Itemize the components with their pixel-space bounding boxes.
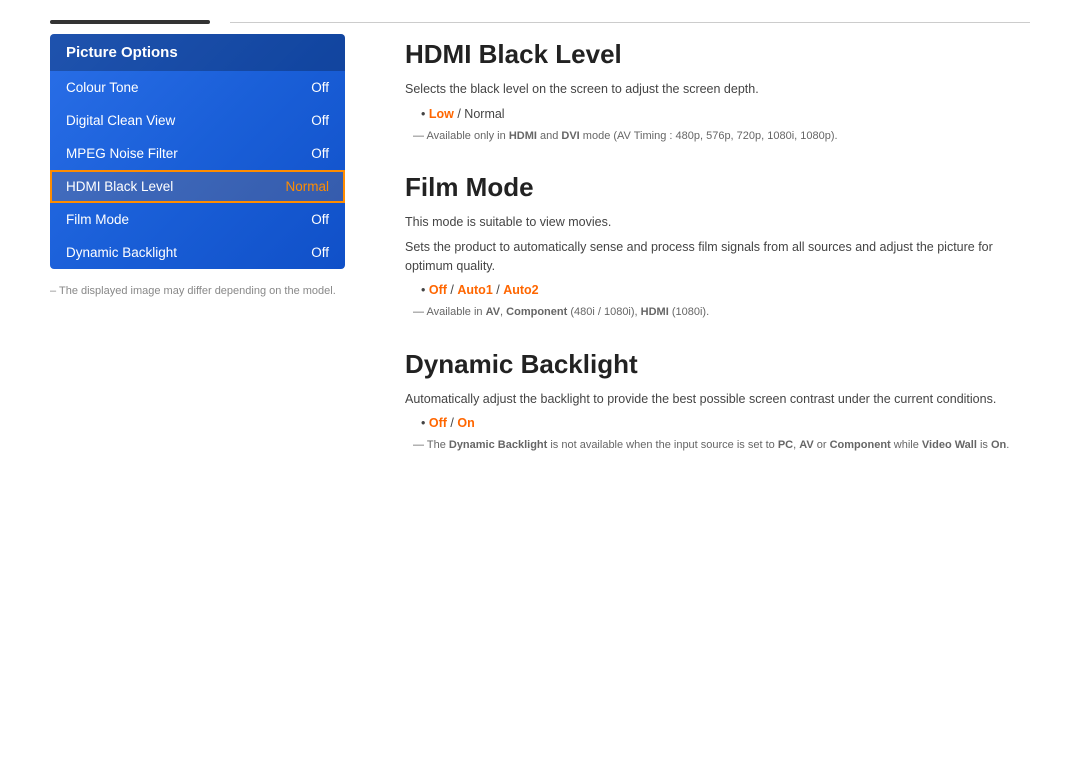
dynamic-option-on: On [457, 416, 474, 430]
main-content: Picture Options Colour Tone Off Digital … [0, 34, 1080, 482]
menu-item-mpeg-noise-filter-value: Off [311, 146, 329, 161]
note-component-keyword: Component [506, 306, 567, 318]
menu-item-colour-tone-label: Colour Tone [66, 80, 139, 95]
menu-item-digital-clean-view-label: Digital Clean View [66, 113, 175, 128]
menu-item-digital-clean-view[interactable]: Digital Clean View Off [50, 104, 345, 137]
film-option-off: Off [429, 283, 447, 297]
film-option-auto1: Auto1 [457, 283, 492, 297]
note-hdmi-keyword2: HDMI [641, 306, 669, 318]
note-videowall-keyword: Video Wall [922, 439, 977, 451]
note-av2-keyword: AV [799, 439, 813, 451]
picture-options-menu: Picture Options Colour Tone Off Digital … [50, 34, 345, 269]
top-bar-divider [230, 22, 1030, 23]
left-panel-footnote: The displayed image may differ depending… [50, 285, 345, 297]
menu-item-digital-clean-view-value: Off [311, 113, 329, 128]
section-hdmi-black-level-desc: Selects the black level on the screen to… [405, 80, 1030, 99]
menu-item-mpeg-noise-filter-label: MPEG Noise Filter [66, 146, 178, 161]
section-film-mode-desc2: Sets the product to automatically sense … [405, 238, 1030, 276]
hdmi-option-low: Low [429, 107, 454, 121]
menu-title: Picture Options [50, 34, 345, 71]
note-dynamic-backlight-keyword: Dynamic Backlight [449, 439, 547, 451]
menu-item-colour-tone-value: Off [311, 80, 329, 95]
note-hdmi-keyword: HDMI [509, 130, 537, 142]
menu-item-mpeg-noise-filter[interactable]: MPEG Noise Filter Off [50, 137, 345, 170]
dynamic-backlight-options: Off / On [421, 414, 1030, 433]
menu-item-hdmi-black-level[interactable]: HDMI Black Level Normal [50, 170, 345, 203]
note-pc-keyword: PC [778, 439, 793, 451]
film-mode-options: Off / Auto1 / Auto2 [421, 281, 1030, 300]
hdmi-option-normal: Normal [464, 107, 504, 121]
section-dynamic-backlight-title: Dynamic Backlight [405, 349, 1030, 380]
menu-item-dynamic-backlight-label: Dynamic Backlight [66, 245, 177, 260]
menu-item-hdmi-black-level-label: HDMI Black Level [66, 179, 173, 194]
section-film-mode: Film Mode This mode is suitable to view … [405, 172, 1030, 321]
dynamic-option-off: Off [429, 416, 447, 430]
section-dynamic-backlight: Dynamic Backlight Automatically adjust t… [405, 349, 1030, 454]
hdmi-black-level-options: Low / Normal [421, 105, 1030, 124]
menu-item-film-mode-label: Film Mode [66, 212, 129, 227]
top-bar [0, 0, 1080, 34]
top-bar-accent-line [50, 20, 210, 24]
note-on-keyword: On [991, 439, 1006, 451]
left-panel: Picture Options Colour Tone Off Digital … [50, 34, 345, 482]
dynamic-backlight-note: The Dynamic Backlight is not available w… [413, 437, 1030, 454]
note-component2-keyword: Component [830, 439, 891, 451]
menu-item-colour-tone[interactable]: Colour Tone Off [50, 71, 345, 104]
hdmi-black-level-note: Available only in HDMI and DVI mode (AV … [413, 128, 1030, 145]
note-av-keyword: AV [486, 306, 500, 318]
menu-item-film-mode-value: Off [311, 212, 329, 227]
menu-item-film-mode[interactable]: Film Mode Off [50, 203, 345, 236]
right-panel: HDMI Black Level Selects the black level… [405, 34, 1030, 482]
section-film-mode-title: Film Mode [405, 172, 1030, 203]
menu-item-dynamic-backlight[interactable]: Dynamic Backlight Off [50, 236, 345, 269]
film-option-auto2: Auto2 [503, 283, 538, 297]
film-mode-note: Available in AV, Component (480i / 1080i… [413, 304, 1030, 321]
section-film-mode-desc1: This mode is suitable to view movies. [405, 213, 1030, 232]
section-dynamic-backlight-desc: Automatically adjust the backlight to pr… [405, 390, 1030, 409]
section-hdmi-black-level-title: HDMI Black Level [405, 39, 1030, 70]
menu-item-dynamic-backlight-value: Off [311, 245, 329, 260]
menu-item-hdmi-black-level-value: Normal [285, 179, 329, 194]
section-hdmi-black-level: HDMI Black Level Selects the black level… [405, 39, 1030, 144]
note-dvi-keyword: DVI [561, 130, 579, 142]
